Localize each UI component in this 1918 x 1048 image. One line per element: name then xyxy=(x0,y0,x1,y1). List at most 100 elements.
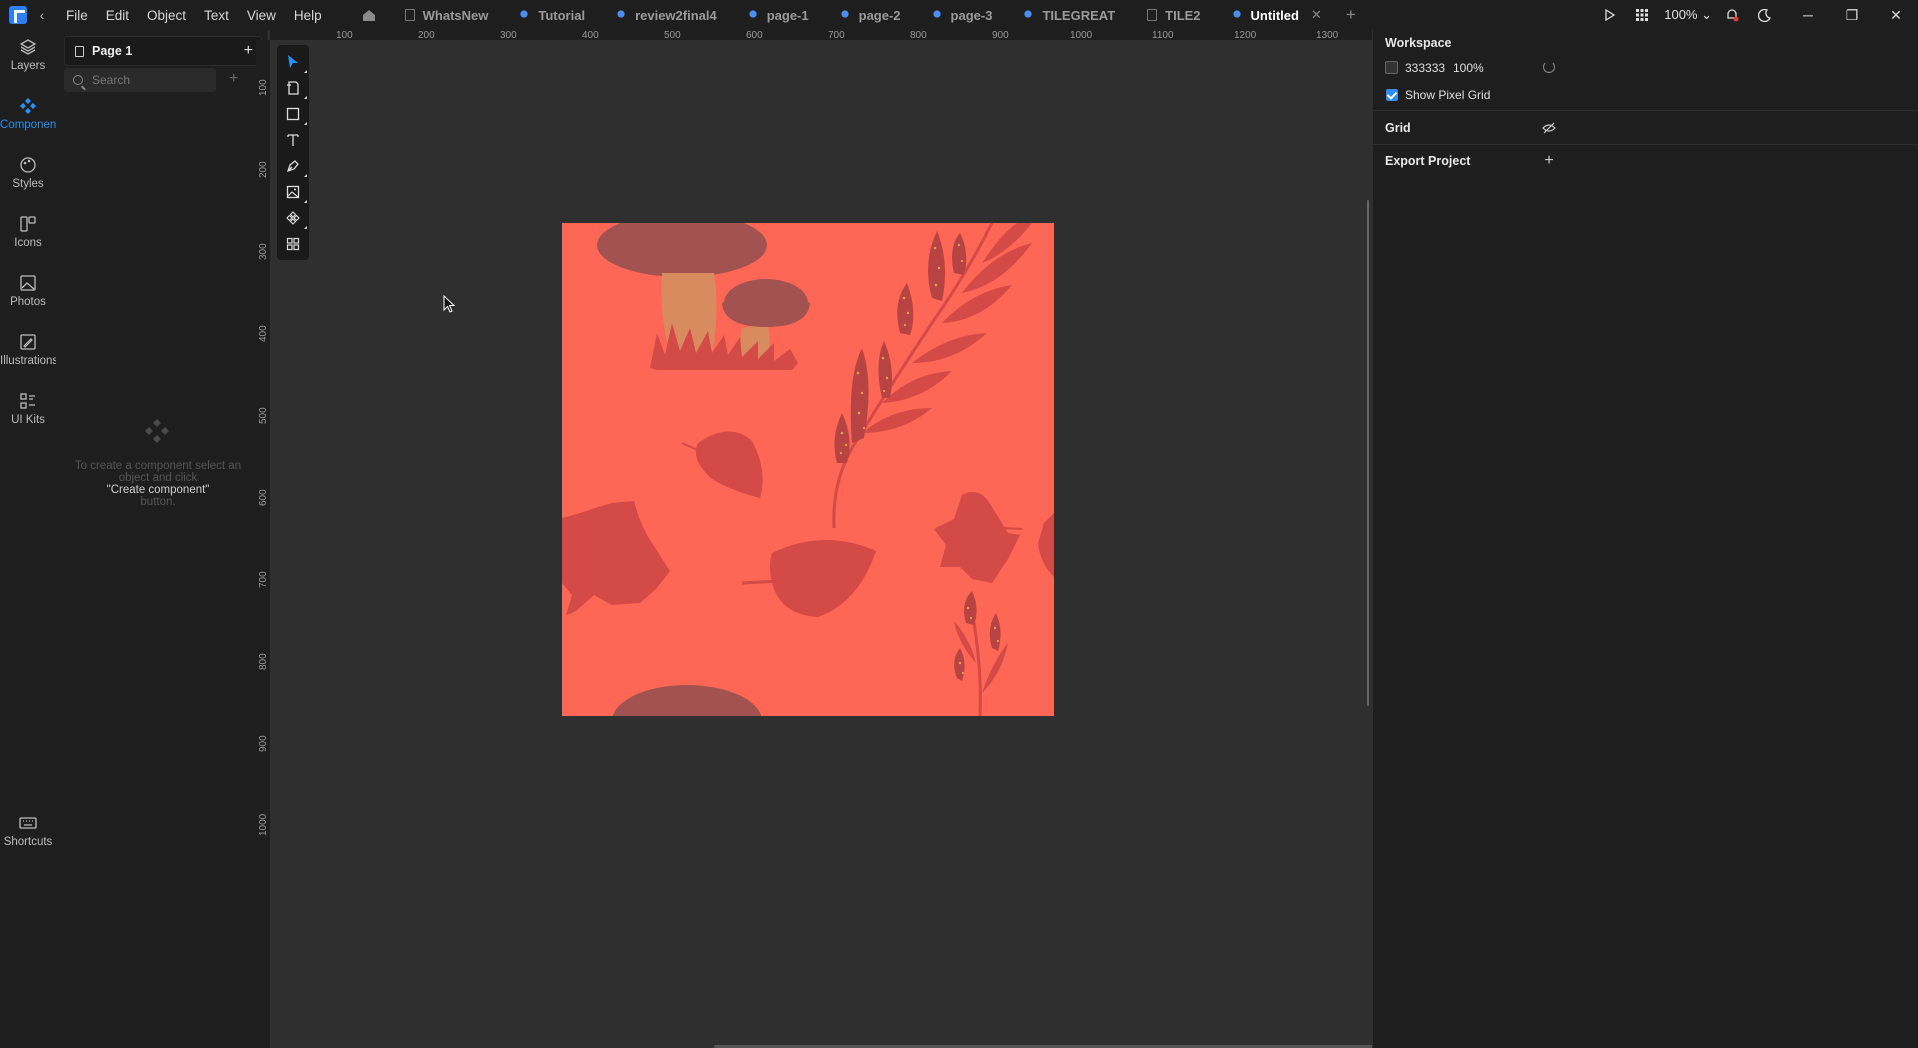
tab-review2final4[interactable]: review2final4 xyxy=(601,0,733,30)
add-component-icon[interactable]: + xyxy=(229,70,238,88)
pointer-icon xyxy=(288,55,298,68)
divider xyxy=(1373,110,1918,111)
shared-file-icon xyxy=(1024,10,1035,20)
rail-item-shortcuts[interactable]: Shortcuts xyxy=(0,814,56,848)
text-tool[interactable] xyxy=(283,130,303,150)
design-canvas[interactable] xyxy=(270,40,1372,1048)
ruler-label: 400 xyxy=(258,325,269,342)
vertical-scrollbar[interactable] xyxy=(1367,200,1369,706)
shared-file-icon xyxy=(932,10,943,20)
divider xyxy=(1373,144,1918,145)
page-selector[interactable]: Page 1 + xyxy=(64,36,262,66)
component-icon xyxy=(286,211,300,225)
rail-item-illustrations[interactable]: Illustrations xyxy=(0,333,58,367)
plugins-tool[interactable] xyxy=(283,234,303,254)
menu-bar: File Edit Object Text View Help xyxy=(57,8,331,23)
tab-page-1[interactable]: page-1 xyxy=(733,0,825,30)
ruler-label: 900 xyxy=(258,735,269,752)
add-tab-icon[interactable]: + xyxy=(1346,0,1356,30)
image-icon xyxy=(286,185,300,199)
image-tool[interactable] xyxy=(283,182,307,203)
show-pixel-grid-checkbox[interactable] xyxy=(1386,89,1398,101)
tab-tilegreat[interactable]: TILEGREAT xyxy=(1008,0,1131,30)
menu-edit[interactable]: Edit xyxy=(97,8,138,23)
file-icon xyxy=(1147,9,1158,21)
ruler-label: 700 xyxy=(258,571,269,588)
search-input[interactable] xyxy=(92,73,202,87)
ruler-label: 300 xyxy=(258,243,269,260)
title-bar: ‹ File Edit Object Text View Help WhatsN… xyxy=(0,0,1918,30)
add-page-icon[interactable]: + xyxy=(244,42,253,60)
menu-view[interactable]: View xyxy=(238,8,285,23)
tab-page-2[interactable]: page-2 xyxy=(825,0,917,30)
workspace-opacity-value[interactable]: 100% xyxy=(1453,61,1484,75)
shared-file-icon xyxy=(520,10,531,20)
left-nav-rail: Layers Components Styles Icons Photos Il… xyxy=(0,30,65,1048)
ui-kits-icon xyxy=(20,393,35,409)
document-tabs: WhatsNew Tutorial review2final4 page-1 p… xyxy=(389,0,1356,30)
styles-icon xyxy=(20,157,36,173)
menu-help[interactable]: Help xyxy=(285,8,331,23)
frame-tool[interactable] xyxy=(283,78,307,99)
mouse-cursor-icon xyxy=(443,295,456,313)
menu-object[interactable]: Object xyxy=(138,8,195,23)
rail-item-layers[interactable]: Layers xyxy=(0,38,56,72)
rail-item-ui-kits[interactable]: UI Kits xyxy=(0,392,56,426)
close-window-icon[interactable]: ✕ xyxy=(1874,0,1918,30)
shared-file-icon xyxy=(1232,10,1243,20)
tab-tile2[interactable]: TILE2 xyxy=(1131,0,1216,30)
reset-icon[interactable] xyxy=(1543,61,1555,73)
components-panel: Page 1 + + To create a component select … xyxy=(56,30,268,1048)
play-icon[interactable] xyxy=(1598,0,1622,30)
restore-window-icon[interactable]: ❐ xyxy=(1830,0,1874,30)
illustrations-icon xyxy=(20,334,36,350)
app-logo-icon[interactable] xyxy=(9,6,27,24)
component-search xyxy=(64,68,216,92)
rail-item-icons[interactable]: Icons xyxy=(0,215,56,249)
frame-icon xyxy=(287,81,299,95)
components-empty-icon xyxy=(145,419,169,443)
apps-grid-icon xyxy=(286,237,300,251)
rail-item-components[interactable]: Components xyxy=(0,97,65,131)
workspace-color-value[interactable]: 333333 xyxy=(1405,61,1445,75)
grid-title: Grid xyxy=(1385,121,1411,135)
export-project-title: Export Project xyxy=(1385,154,1471,168)
select-tool[interactable] xyxy=(283,52,307,73)
zoom-level-dropdown[interactable]: 100% ⌄ xyxy=(1664,7,1712,23)
rectangle-tool[interactable] xyxy=(283,104,307,125)
workspace-color-swatch[interactable] xyxy=(1385,61,1398,74)
pen-tool[interactable] xyxy=(283,156,307,177)
tab-whatsnew[interactable]: WhatsNew xyxy=(389,0,505,30)
dark-mode-moon-icon[interactable] xyxy=(1752,0,1776,30)
properties-panel: Workspace 333333 100% Show Pixel Grid Gr… xyxy=(1373,30,1918,1048)
tool-palette xyxy=(277,45,309,260)
rectangle-icon xyxy=(286,107,300,121)
component-tool[interactable] xyxy=(283,208,307,229)
tab-untitled[interactable]: Untitled ✕ xyxy=(1217,0,1338,30)
tab-tutorial[interactable]: Tutorial xyxy=(504,0,601,30)
rail-item-photos[interactable]: Photos xyxy=(0,274,56,308)
home-icon[interactable] xyxy=(359,6,379,24)
show-pixel-grid-label: Show Pixel Grid xyxy=(1405,88,1491,102)
keyboard-icon xyxy=(19,817,37,829)
tab-page-3[interactable]: page-3 xyxy=(917,0,1009,30)
app-window: ‹ File Edit Object Text View Help WhatsN… xyxy=(0,0,1918,1048)
autumn-pattern-illustration xyxy=(562,223,1054,716)
titlebar-controls: 100% ⌄ ─ ❐ ✕ xyxy=(1590,0,1918,30)
menu-file[interactable]: File xyxy=(57,8,97,23)
minimize-window-icon[interactable]: ─ xyxy=(1786,0,1830,30)
back-arrow-icon[interactable]: ‹ xyxy=(31,7,53,23)
page-name: Page 1 xyxy=(92,44,133,58)
eye-hidden-icon[interactable] xyxy=(1542,121,1556,135)
rail-item-styles[interactable]: Styles xyxy=(0,156,56,190)
artboard[interactable] xyxy=(562,223,1054,716)
close-tab-icon[interactable]: ✕ xyxy=(1311,7,1322,23)
menu-text[interactable]: Text xyxy=(195,8,238,23)
ruler-label: 500 xyxy=(258,407,269,424)
add-export-icon[interactable]: + xyxy=(1542,153,1556,169)
ruler-label: 1000 xyxy=(258,813,269,836)
empty-state-text: To create a component select an object a… xyxy=(74,460,242,508)
notification-bell-icon[interactable] xyxy=(1720,0,1744,30)
grid-menu-icon[interactable] xyxy=(1630,0,1654,30)
icons-icon xyxy=(20,216,36,232)
